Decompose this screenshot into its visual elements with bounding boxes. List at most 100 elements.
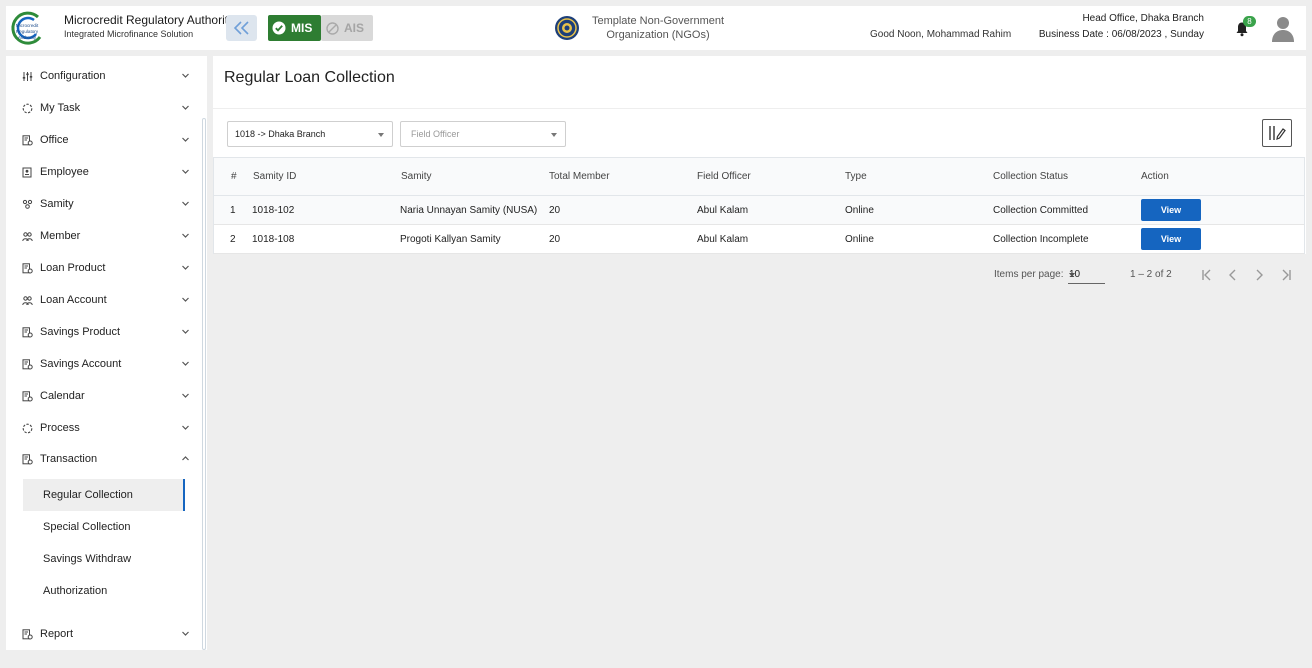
- chevron-left-icon: [1229, 269, 1236, 281]
- sidebar-subitem-authorization[interactable]: Authorization: [23, 575, 185, 607]
- paginator: Items per page: 10 1 – 2 of 2: [213, 254, 1306, 298]
- sidebar-item-employee[interactable]: Employee: [22, 162, 190, 182]
- sidebar: Configuration My Task Office Employee Samity…: [6, 56, 207, 650]
- block-icon: [326, 21, 339, 35]
- sidebar-subitem-label: Regular Collection: [43, 489, 133, 501]
- people-icon: [22, 295, 33, 306]
- user-avatar[interactable]: [1271, 15, 1295, 43]
- chevron-down-icon: [181, 263, 190, 272]
- sidebar-item-office[interactable]: Office: [22, 130, 190, 150]
- group-icon: [22, 199, 33, 210]
- row-samity: Naria Unnayan Samity (NUSA): [400, 204, 538, 216]
- last-page-button[interactable]: [1277, 266, 1295, 284]
- notification-count-badge: 8: [1243, 16, 1256, 27]
- mis-toggle-button[interactable]: MIS: [268, 15, 321, 41]
- sidebar-subitem-label: Authorization: [43, 585, 108, 597]
- sidebar-item-calendar[interactable]: Calendar: [22, 386, 190, 406]
- view-button[interactable]: View: [1141, 199, 1201, 221]
- previous-page-button[interactable]: [1224, 266, 1242, 284]
- sidebar-item-savings-product[interactable]: Savings Product: [22, 322, 190, 342]
- sidebar-item-member[interactable]: Member: [22, 226, 190, 246]
- first-page-button[interactable]: [1198, 266, 1216, 284]
- document-gear-icon: [22, 453, 33, 465]
- sidebar-item-label: Loan Product: [40, 262, 106, 274]
- chevron-up-icon: [181, 454, 190, 463]
- logo-line-2: Regulatory: [16, 29, 39, 34]
- sidebar-item-label: Calendar: [40, 390, 85, 402]
- column-settings-button[interactable]: [1262, 119, 1292, 147]
- ais-label: AIS: [344, 21, 365, 35]
- circle-dashed-icon: [22, 423, 33, 434]
- sidebar-item-label: Office: [40, 134, 69, 146]
- document-gear-icon: [22, 390, 33, 402]
- chevron-down-icon: [551, 133, 557, 137]
- chevron-down-icon: [181, 391, 190, 400]
- sidebar-item-process[interactable]: Process: [22, 418, 190, 438]
- sidebar-item-label: Employee: [40, 166, 89, 178]
- row-type: Online: [845, 233, 874, 245]
- sliders-icon: [22, 71, 33, 82]
- row-collection-status: Collection Committed: [993, 204, 1089, 216]
- row-collection-status: Collection Incomplete: [993, 233, 1089, 245]
- row-index: 1: [230, 204, 236, 216]
- chevron-down-icon: [378, 133, 384, 137]
- next-page-button[interactable]: [1250, 266, 1268, 284]
- logo-line-1: Microcredit: [16, 23, 39, 28]
- sidebar-subitem-special-collection[interactable]: Special Collection: [23, 511, 185, 543]
- collapse-sidebar-button[interactable]: [226, 15, 257, 41]
- row-total-member: 20: [549, 233, 561, 245]
- sidebar-item-label: Member: [40, 230, 81, 242]
- sidebar-item-label: Transaction: [40, 453, 98, 465]
- sidebar-item-savings-account[interactable]: Savings Account: [22, 354, 190, 374]
- sidebar-item-label: Process: [40, 422, 80, 434]
- branch-select[interactable]: 1018 -> Dhaka Branch: [227, 121, 393, 147]
- sidebar-item-label: Configuration: [40, 70, 106, 82]
- mra-logo[interactable]: Microcredit Regulatory Authority: [10, 10, 46, 46]
- row-field-officer: Abul Kalam: [697, 204, 749, 216]
- sidebar-subitem-label: Savings Withdraw: [43, 553, 132, 565]
- sidebar-item-my-task[interactable]: My Task: [22, 98, 190, 118]
- logo-line-3: Authority: [18, 35, 37, 40]
- document-gear-icon: [22, 358, 33, 370]
- field-officer-placeholder: Field Officer: [411, 129, 460, 139]
- app-header: Microcredit Regulatory Authority Microcr…: [6, 6, 1306, 50]
- sidebar-item-loan-account[interactable]: Loan Account: [22, 290, 190, 310]
- sidebar-item-label: Savings Account: [40, 358, 122, 370]
- chevron-down-icon: [181, 71, 190, 80]
- sidebar-item-configuration[interactable]: Configuration: [22, 66, 190, 86]
- sidebar-item-report[interactable]: Report: [22, 624, 190, 644]
- table-row: 1 1018-102 Naria Unnayan Samity (NUSA) 2…: [214, 196, 1304, 225]
- title-divider: [213, 108, 1306, 109]
- check-circle-icon: [272, 21, 286, 35]
- column-edit-icon: [1269, 126, 1286, 140]
- sidebar-subitem-savings-withdraw[interactable]: Savings Withdraw: [23, 543, 185, 575]
- chevron-down-icon: [181, 629, 190, 638]
- ais-toggle-button[interactable]: AIS: [321, 15, 373, 41]
- collection-table: # Samity ID Samity Total Member Field Of…: [213, 157, 1305, 255]
- header-collection-status: Collection Status: [993, 171, 1069, 182]
- document-gear-icon: [22, 628, 33, 640]
- brand-subtitle: Integrated Microfinance Solution: [64, 29, 194, 39]
- view-button[interactable]: View: [1141, 228, 1201, 250]
- id-card-icon: [22, 167, 33, 178]
- row-type: Online: [845, 204, 874, 216]
- sidebar-item-samity[interactable]: Samity: [22, 194, 190, 214]
- first-page-icon: [1202, 269, 1211, 281]
- chevron-down-icon: [1069, 273, 1075, 277]
- header-index: #: [231, 171, 237, 182]
- sidebar-item-loan-product[interactable]: Loan Product: [22, 258, 190, 278]
- sidebar-subitem-label: Special Collection: [43, 521, 131, 533]
- page-title: Regular Loan Collection: [224, 69, 395, 86]
- sidebar-scrollbar[interactable]: [202, 118, 206, 650]
- chevron-down-icon: [181, 359, 190, 368]
- items-per-page-select[interactable]: 10: [1068, 267, 1105, 284]
- emblem-icon: [554, 15, 580, 41]
- table-row: 2 1018-108 Progoti Kallyan Samity 20 Abu…: [214, 225, 1304, 254]
- sidebar-subitem-regular-collection[interactable]: Regular Collection: [23, 479, 185, 511]
- chevron-down-icon: [181, 199, 190, 208]
- sidebar-item-label: Loan Account: [40, 294, 107, 306]
- chevron-down-icon: [181, 167, 190, 176]
- sidebar-item-transaction[interactable]: Transaction: [22, 449, 190, 469]
- office-branch: Head Office, Dhaka Branch: [1082, 13, 1204, 24]
- field-officer-select[interactable]: Field Officer: [400, 121, 566, 147]
